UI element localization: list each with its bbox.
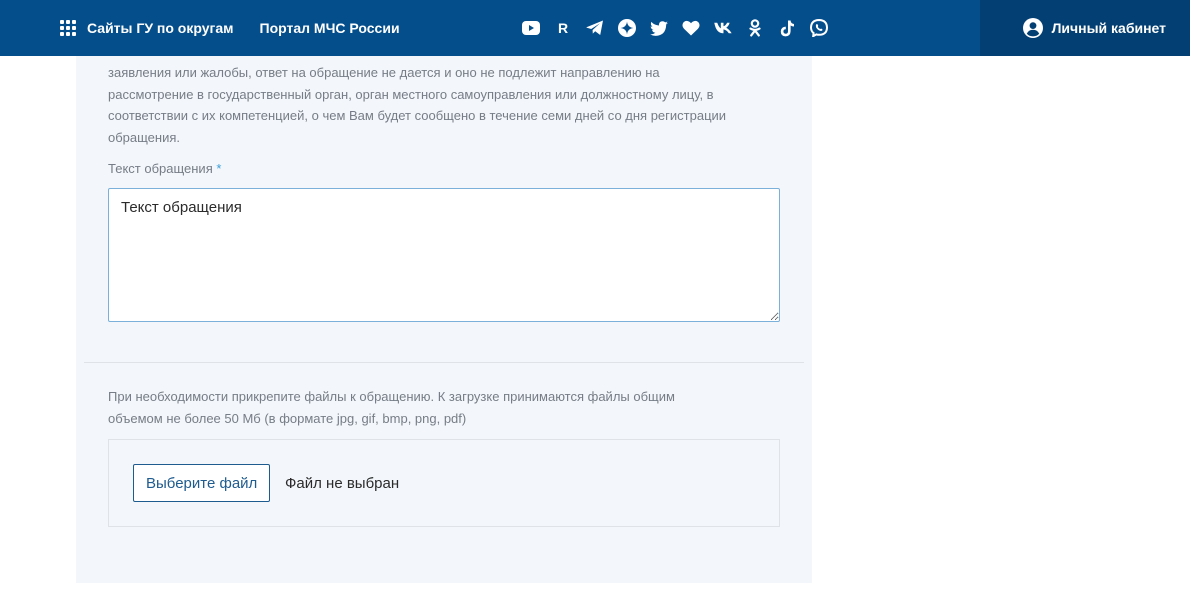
message-textarea[interactable] bbox=[108, 188, 780, 322]
section-divider bbox=[84, 362, 804, 363]
rutube-icon[interactable]: R bbox=[554, 19, 572, 37]
personal-account-link[interactable]: Личный кабинет bbox=[1022, 0, 1166, 56]
message-textarea-wrapper bbox=[108, 188, 780, 322]
message-field-label: Текст обращения * bbox=[108, 161, 221, 176]
odnoklassniki-icon[interactable] bbox=[746, 19, 764, 37]
nav-link-mchs-portal[interactable]: Портал МЧС России bbox=[260, 20, 400, 36]
viber-icon[interactable] bbox=[810, 19, 828, 37]
twitter-icon[interactable] bbox=[650, 19, 668, 37]
dzen-icon[interactable] bbox=[618, 19, 636, 37]
nav-link-regional-sites[interactable]: Сайты ГУ по округам bbox=[87, 20, 234, 36]
appeal-form-panel: заявления или жалобы, ответ на обращение… bbox=[76, 56, 812, 583]
message-label-text: Текст обращения bbox=[108, 161, 213, 176]
telegram-icon[interactable] bbox=[586, 19, 604, 37]
file-status-text: Файл не выбран bbox=[285, 475, 400, 492]
apps-grid-icon[interactable] bbox=[60, 20, 76, 36]
choose-file-button[interactable]: Выберите файл bbox=[133, 464, 271, 502]
attachment-instructions: При необходимости прикрепите файлы к обр… bbox=[108, 389, 675, 426]
required-mark: * bbox=[216, 161, 222, 176]
file-upload-area: Выберите файл Файл не выбран bbox=[108, 439, 780, 527]
social-links: R bbox=[522, 0, 842, 56]
appeal-notice-text: заявления или жалобы, ответ на обращение… bbox=[108, 65, 727, 145]
youtube-icon[interactable] bbox=[522, 19, 540, 37]
vk-icon[interactable] bbox=[714, 19, 732, 37]
nav-left: Сайты ГУ по округам Портал МЧС России bbox=[60, 0, 400, 56]
user-icon bbox=[1022, 18, 1043, 38]
heart-icon[interactable] bbox=[682, 19, 700, 37]
top-navigation-bar: Сайты ГУ по округам Портал МЧС России R bbox=[0, 0, 1190, 56]
tiktok-icon[interactable] bbox=[778, 19, 796, 37]
personal-account-label: Личный кабинет bbox=[1051, 20, 1166, 36]
